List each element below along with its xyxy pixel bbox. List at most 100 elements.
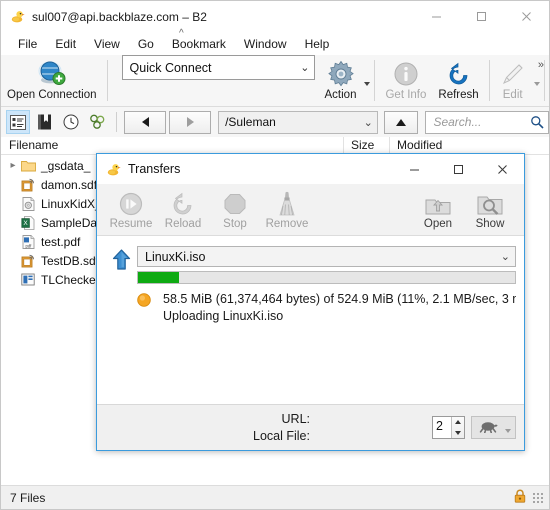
- file-name: damon.sdf: [41, 177, 98, 192]
- get-info-button[interactable]: Get Info: [379, 55, 432, 106]
- remove-button[interactable]: Remove: [261, 186, 313, 234]
- stepper-up-button[interactable]: [452, 417, 464, 428]
- file-name: TestDB.sdf: [41, 253, 100, 268]
- parent-directory-button[interactable]: [383, 110, 419, 134]
- open-connection-label: Open Connection: [7, 89, 97, 101]
- window-controls: [414, 1, 549, 32]
- globe-plus-icon: [37, 60, 67, 88]
- ribbon-divider-3: [488, 60, 490, 101]
- menu-help[interactable]: Help: [296, 35, 339, 53]
- show-folder-icon: [476, 189, 504, 217]
- chevron-down-icon: ⌄: [500, 251, 510, 263]
- bookmarks-icon[interactable]: [33, 110, 57, 134]
- filezilla-cyberduck-window: sul007@api.backblaze.com – B2 File Edit …: [0, 0, 550, 510]
- maximize-button[interactable]: [459, 1, 504, 32]
- edit-split-button[interactable]: Edit: [494, 55, 540, 106]
- forward-button[interactable]: [169, 110, 212, 134]
- info-icon: [393, 60, 419, 88]
- edit-dropdown-caret-icon[interactable]: [533, 81, 540, 86]
- connections-value: 2: [436, 419, 443, 433]
- footer-controls: 2: [432, 411, 516, 445]
- ribbon-divider-2: [374, 60, 376, 101]
- action-split-button[interactable]: Action: [319, 55, 371, 106]
- reload-button[interactable]: Reload: [157, 186, 209, 234]
- transfers-maximize-button[interactable]: [436, 154, 480, 184]
- history-clock-icon[interactable]: [59, 110, 83, 134]
- duck-icon: [106, 162, 121, 177]
- transfers-titlebar[interactable]: Transfers: [97, 154, 524, 184]
- search-icon: [530, 115, 544, 129]
- sdf-file-icon: [19, 254, 37, 268]
- search-input[interactable]: Search...: [425, 110, 549, 134]
- ribbon-toolbar: Open Connection Quick Connect ⌄ Action G…: [1, 55, 549, 107]
- list-item[interactable]: LinuxKi.iso ⌄ 58.5 MiB (61,374,464 bytes…: [97, 236, 524, 325]
- transfers-close-button[interactable]: [480, 154, 524, 184]
- ribbon-overflow-button[interactable]: »: [538, 59, 544, 71]
- menu-window[interactable]: Window: [235, 35, 296, 53]
- navigation-bar: /Suleman ⌄ Search...: [1, 107, 549, 137]
- open-button[interactable]: Open: [412, 186, 464, 234]
- menu-bookmark[interactable]: Bookmark: [163, 35, 235, 53]
- edit-button[interactable]: Edit: [494, 55, 532, 106]
- connections-stepper[interactable]: 2: [432, 416, 465, 439]
- file-name: LinuxKidX_: [41, 196, 102, 211]
- browser-view-icon[interactable]: [6, 110, 30, 134]
- stop-icon: [222, 189, 248, 217]
- column-header-modified[interactable]: Modified: [397, 138, 442, 152]
- file-name: SampleDat: [41, 215, 101, 230]
- menu-file[interactable]: File: [9, 35, 46, 53]
- transfers-footer: URL: Local File: 2: [97, 404, 524, 450]
- transfer-file-combo[interactable]: LinuxKi.iso ⌄: [137, 246, 516, 267]
- show-button[interactable]: Show: [464, 186, 516, 234]
- back-button[interactable]: [124, 110, 167, 134]
- open-connection-button[interactable]: Open Connection: [1, 55, 103, 106]
- action-dropdown-caret-icon[interactable]: [364, 81, 371, 86]
- menu-view[interactable]: View: [85, 35, 129, 53]
- chevron-down-icon: ⌄: [300, 62, 310, 74]
- transfers-toolbar: Resume Reload Stop Remove Open Show: [97, 184, 524, 236]
- column-header-filename[interactable]: Filename: [9, 138, 58, 152]
- resize-grip-icon[interactable]: [533, 492, 543, 503]
- lock-icon[interactable]: [514, 489, 526, 506]
- footer-labels: URL: Local File: 2: [105, 411, 516, 445]
- menu-edit[interactable]: Edit: [46, 35, 85, 53]
- stepper-down-button[interactable]: [452, 428, 464, 439]
- gear-icon: [327, 60, 355, 88]
- refresh-button[interactable]: Refresh: [432, 55, 484, 106]
- minimize-button[interactable]: [414, 1, 459, 32]
- transfers-minimize-button[interactable]: [392, 154, 436, 184]
- column-header-size[interactable]: Size: [351, 138, 374, 152]
- stepper-up-icon: [455, 420, 461, 425]
- local-file-label: Local File:: [253, 428, 310, 443]
- stop-button[interactable]: Stop: [209, 186, 261, 234]
- quick-connect-combo[interactable]: Quick Connect ⌄: [121, 55, 315, 80]
- action-button[interactable]: Action: [319, 55, 363, 106]
- transfer-filename: LinuxKi.iso: [145, 249, 206, 264]
- forward-arrow-icon: [186, 117, 194, 127]
- app-file-icon: [19, 273, 37, 286]
- transfer-activity-text: Uploading LinuxKi.iso: [163, 309, 284, 323]
- transfers-list[interactable]: LinuxKi.iso ⌄ 58.5 MiB (61,374,464 bytes…: [97, 236, 524, 404]
- path-combo[interactable]: /Suleman ⌄: [218, 110, 378, 134]
- connections-icon[interactable]: [86, 110, 110, 134]
- svg-text:pdf: pdf: [25, 243, 32, 248]
- stepper-down-icon: [455, 430, 461, 435]
- sdf-file-icon: [19, 178, 37, 192]
- resume-button[interactable]: Resume: [105, 186, 157, 234]
- bandwidth-dropdown-caret-icon[interactable]: [505, 428, 511, 433]
- transfer-details: LinuxKi.iso ⌄ 58.5 MiB (61,374,464 bytes…: [137, 246, 516, 325]
- expand-arrow-icon[interactable]: ▸: [7, 160, 19, 171]
- file-count-label: 7 Files: [10, 490, 46, 505]
- remove-label: Remove: [265, 218, 309, 230]
- transfers-dialog[interactable]: Transfers Resume Reload Stop Remove Open…: [96, 153, 525, 451]
- menu-go[interactable]: Go: [129, 35, 163, 53]
- close-button[interactable]: [504, 1, 549, 32]
- excel-file-icon: X: [19, 215, 37, 230]
- folder-icon: [19, 159, 37, 172]
- bandwidth-throttle-button[interactable]: [471, 416, 516, 439]
- stepper-arrows[interactable]: [451, 417, 464, 438]
- stop-label: Stop: [223, 218, 247, 230]
- toolbar-collapse-chevron-icon[interactable]: ^: [179, 29, 184, 39]
- resume-icon: [118, 189, 144, 217]
- quick-connect-value: Quick Connect: [129, 60, 212, 75]
